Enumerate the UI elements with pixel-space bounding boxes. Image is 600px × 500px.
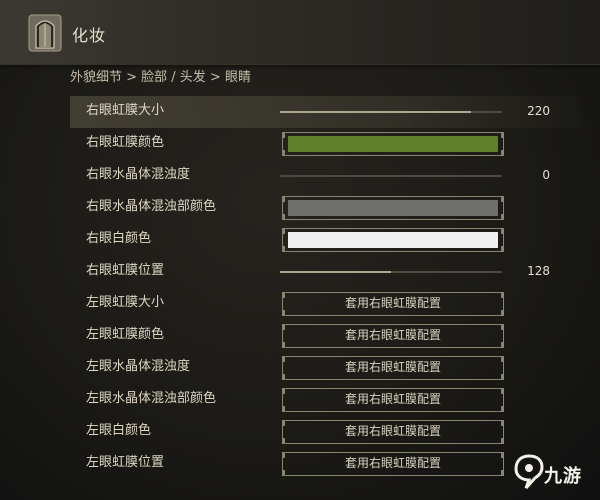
apply-right-iris-button[interactable]: 套用右眼虹膜配置: [282, 452, 504, 476]
apply-right-iris-button[interactable]: 套用右眼虹膜配置: [282, 420, 504, 444]
right-iris-color-picker[interactable]: [282, 132, 504, 156]
right-lens-clouding-color-picker[interactable]: [282, 196, 504, 220]
slider-fill: [280, 111, 471, 113]
apply-right-iris-button[interactable]: 套用右眼虹膜配置: [282, 388, 504, 412]
row-label: 右眼水晶体混浊度: [86, 167, 191, 182]
row-left-iris-position[interactable]: 左眼虹膜位置 套用右眼虹膜配置: [70, 448, 580, 480]
row-label: 左眼白颜色: [86, 423, 152, 438]
row-left-lens-clouding-color[interactable]: 左眼水晶体混浊部颜色 套用右眼虹膜配置: [70, 384, 580, 416]
button-label: 套用右眼虹膜配置: [344, 328, 441, 342]
row-left-lens-clouding[interactable]: 左眼水晶体混浊度 套用右眼虹膜配置: [70, 352, 580, 384]
watermark-text: 九游: [544, 466, 582, 487]
row-right-iris-size[interactable]: 右眼虹膜大小 220: [70, 96, 580, 128]
row-label: 左眼虹膜大小: [86, 295, 165, 310]
row-label: 左眼水晶体混浊部颜色: [86, 391, 217, 406]
row-label: 左眼虹膜颜色: [86, 327, 165, 342]
apply-right-iris-button[interactable]: 套用右眼虹膜配置: [282, 324, 504, 348]
slider-value: 0: [542, 168, 550, 182]
right-eye-white-color-picker[interactable]: [282, 228, 504, 252]
right-iris-size-slider[interactable]: [280, 111, 502, 113]
row-left-eye-white-color[interactable]: 左眼白颜色 套用右眼虹膜配置: [70, 416, 580, 448]
makeup-mirror-icon: [28, 14, 62, 52]
row-label: 右眼虹膜位置: [86, 263, 165, 278]
row-left-iris-color[interactable]: 左眼虹膜颜色 套用右眼虹膜配置: [70, 320, 580, 352]
color-swatch: [288, 232, 498, 248]
button-label: 套用右眼虹膜配置: [344, 424, 441, 438]
button-label: 套用右眼虹膜配置: [344, 392, 441, 406]
row-right-lens-clouding[interactable]: 右眼水晶体混浊度 0: [70, 160, 580, 192]
row-left-iris-size[interactable]: 左眼虹膜大小 套用右眼虹膜配置: [70, 288, 580, 320]
row-right-eye-white-color[interactable]: 右眼白颜色: [70, 224, 580, 256]
apply-right-iris-button[interactable]: 套用右眼虹膜配置: [282, 356, 504, 380]
settings-list: 右眼虹膜大小 220 右眼虹膜颜色 右眼水晶体混浊度 0 右眼水晶体混浊部颜色 …: [70, 96, 580, 480]
button-label: 套用右眼虹膜配置: [344, 360, 441, 374]
slider-fill: [280, 271, 391, 273]
breadcrumb: 外貌细节 > 脸部 / 头发 > 眼睛: [70, 70, 251, 85]
apply-right-iris-button[interactable]: 套用右眼虹膜配置: [282, 292, 504, 316]
row-right-iris-color[interactable]: 右眼虹膜颜色: [70, 128, 580, 160]
slider-value: 128: [527, 264, 550, 278]
row-label: 右眼水晶体混浊部颜色: [86, 199, 217, 214]
row-label: 右眼虹膜颜色: [86, 135, 165, 150]
watermark: 九游: [514, 452, 594, 492]
button-label: 套用右眼虹膜配置: [344, 456, 441, 470]
row-right-lens-clouding-color[interactable]: 右眼水晶体混浊部颜色: [70, 192, 580, 224]
slider-value: 220: [527, 104, 550, 118]
header-bar: 化妆: [0, 0, 600, 70]
row-label: 右眼白颜色: [86, 231, 152, 246]
row-right-iris-position[interactable]: 右眼虹膜位置 128: [70, 256, 580, 288]
row-label: 左眼虹膜位置: [86, 455, 165, 470]
color-swatch: [288, 136, 498, 152]
color-swatch: [288, 200, 498, 216]
page-title: 化妆: [72, 26, 107, 45]
row-label: 左眼水晶体混浊度: [86, 359, 191, 374]
button-label: 套用右眼虹膜配置: [344, 296, 441, 310]
right-iris-position-slider[interactable]: [280, 271, 502, 273]
right-lens-clouding-slider[interactable]: [280, 175, 502, 177]
row-label: 右眼虹膜大小: [86, 103, 165, 118]
